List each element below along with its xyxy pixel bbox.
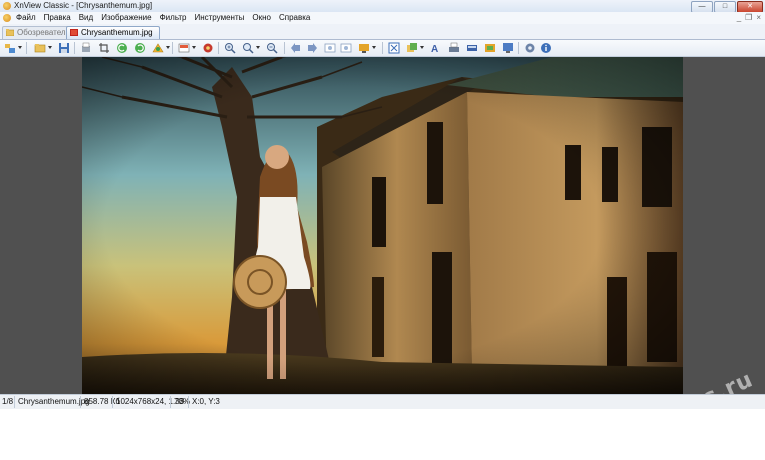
svg-text:A: A xyxy=(431,44,438,54)
mdi-restore-button[interactable]: ❐ xyxy=(745,13,752,23)
mdi-close-button[interactable]: × xyxy=(756,13,761,23)
tab-chrysanthemum-label: Chrysanthemum.jpg xyxy=(81,28,153,37)
menu-view[interactable]: Вид xyxy=(79,13,93,23)
image-viewer[interactable]: tips-blogs.ru xyxy=(0,57,765,460)
browser-icon[interactable] xyxy=(4,42,16,54)
status-filesize: 858.78 Кб xyxy=(84,397,120,406)
open-folder-icon[interactable] xyxy=(34,42,46,54)
adjust-icon[interactable] xyxy=(152,42,164,54)
first-icon[interactable] xyxy=(324,42,336,54)
scan-icon[interactable] xyxy=(466,42,478,54)
capture-icon[interactable] xyxy=(484,42,496,54)
photo-scene xyxy=(82,57,683,394)
zoom-in-icon[interactable] xyxy=(224,42,236,54)
mdi-minimize-button[interactable]: _ xyxy=(737,13,741,23)
menu-window[interactable]: Окно xyxy=(252,13,271,23)
menu-help[interactable]: Справка xyxy=(279,13,310,23)
print-icon[interactable] xyxy=(448,42,460,54)
print-preview-icon[interactable] xyxy=(80,42,92,54)
menu-file[interactable]: Файл xyxy=(16,13,36,23)
status-filename: Chrysanthemum.jpg xyxy=(18,397,90,406)
rotate-left-icon[interactable] xyxy=(116,42,128,54)
info-icon[interactable] xyxy=(540,42,552,54)
folder-icon xyxy=(6,29,14,36)
status-bar: 1/8 Chrysanthemum.jpg 858.78 Кб 1024x768… xyxy=(0,394,765,409)
menu-image[interactable]: Изображение xyxy=(101,13,151,23)
zoom-icon[interactable] xyxy=(242,42,254,54)
tab-chrysanthemum[interactable]: Chrysanthemum.jpg xyxy=(66,26,160,39)
menu-tools[interactable]: Инструменты xyxy=(194,13,244,23)
options-icon[interactable] xyxy=(524,42,536,54)
menu-edit[interactable]: Правка xyxy=(44,13,71,23)
last-icon[interactable] xyxy=(340,42,352,54)
zoom-out-icon[interactable] xyxy=(266,42,278,54)
status-coordinates: X:0, Y:3 xyxy=(192,397,220,406)
rotate-right-icon[interactable] xyxy=(134,42,146,54)
tab-browser-label: Обозреватель xyxy=(17,28,70,37)
toolbar: A xyxy=(0,40,765,57)
tab-bar: Обозреватель Chrysanthemum.jpg xyxy=(0,24,765,40)
fit-icon[interactable] xyxy=(388,42,400,54)
crop-icon[interactable] xyxy=(98,42,110,54)
copy-icon[interactable] xyxy=(406,42,418,54)
status-index: 1/8 xyxy=(2,397,14,406)
app-icon[interactable] xyxy=(3,2,11,10)
system-menu-icon[interactable] xyxy=(3,14,11,22)
slideshow-icon[interactable] xyxy=(178,42,190,54)
next-icon[interactable] xyxy=(306,42,318,54)
menu-filter[interactable]: Фильтр xyxy=(160,13,187,23)
font-icon[interactable]: A xyxy=(430,42,442,54)
fullscreen-icon[interactable] xyxy=(358,42,370,54)
save-icon[interactable] xyxy=(58,42,70,54)
image-file-icon xyxy=(70,29,78,36)
settings-icon[interactable] xyxy=(202,42,214,54)
displayed-image xyxy=(82,57,683,394)
previous-icon[interactable] xyxy=(290,42,302,54)
wallpaper-icon[interactable] xyxy=(502,42,514,54)
window-title: XnView Classic - [Chrysanthemum.jpg] xyxy=(14,1,153,10)
